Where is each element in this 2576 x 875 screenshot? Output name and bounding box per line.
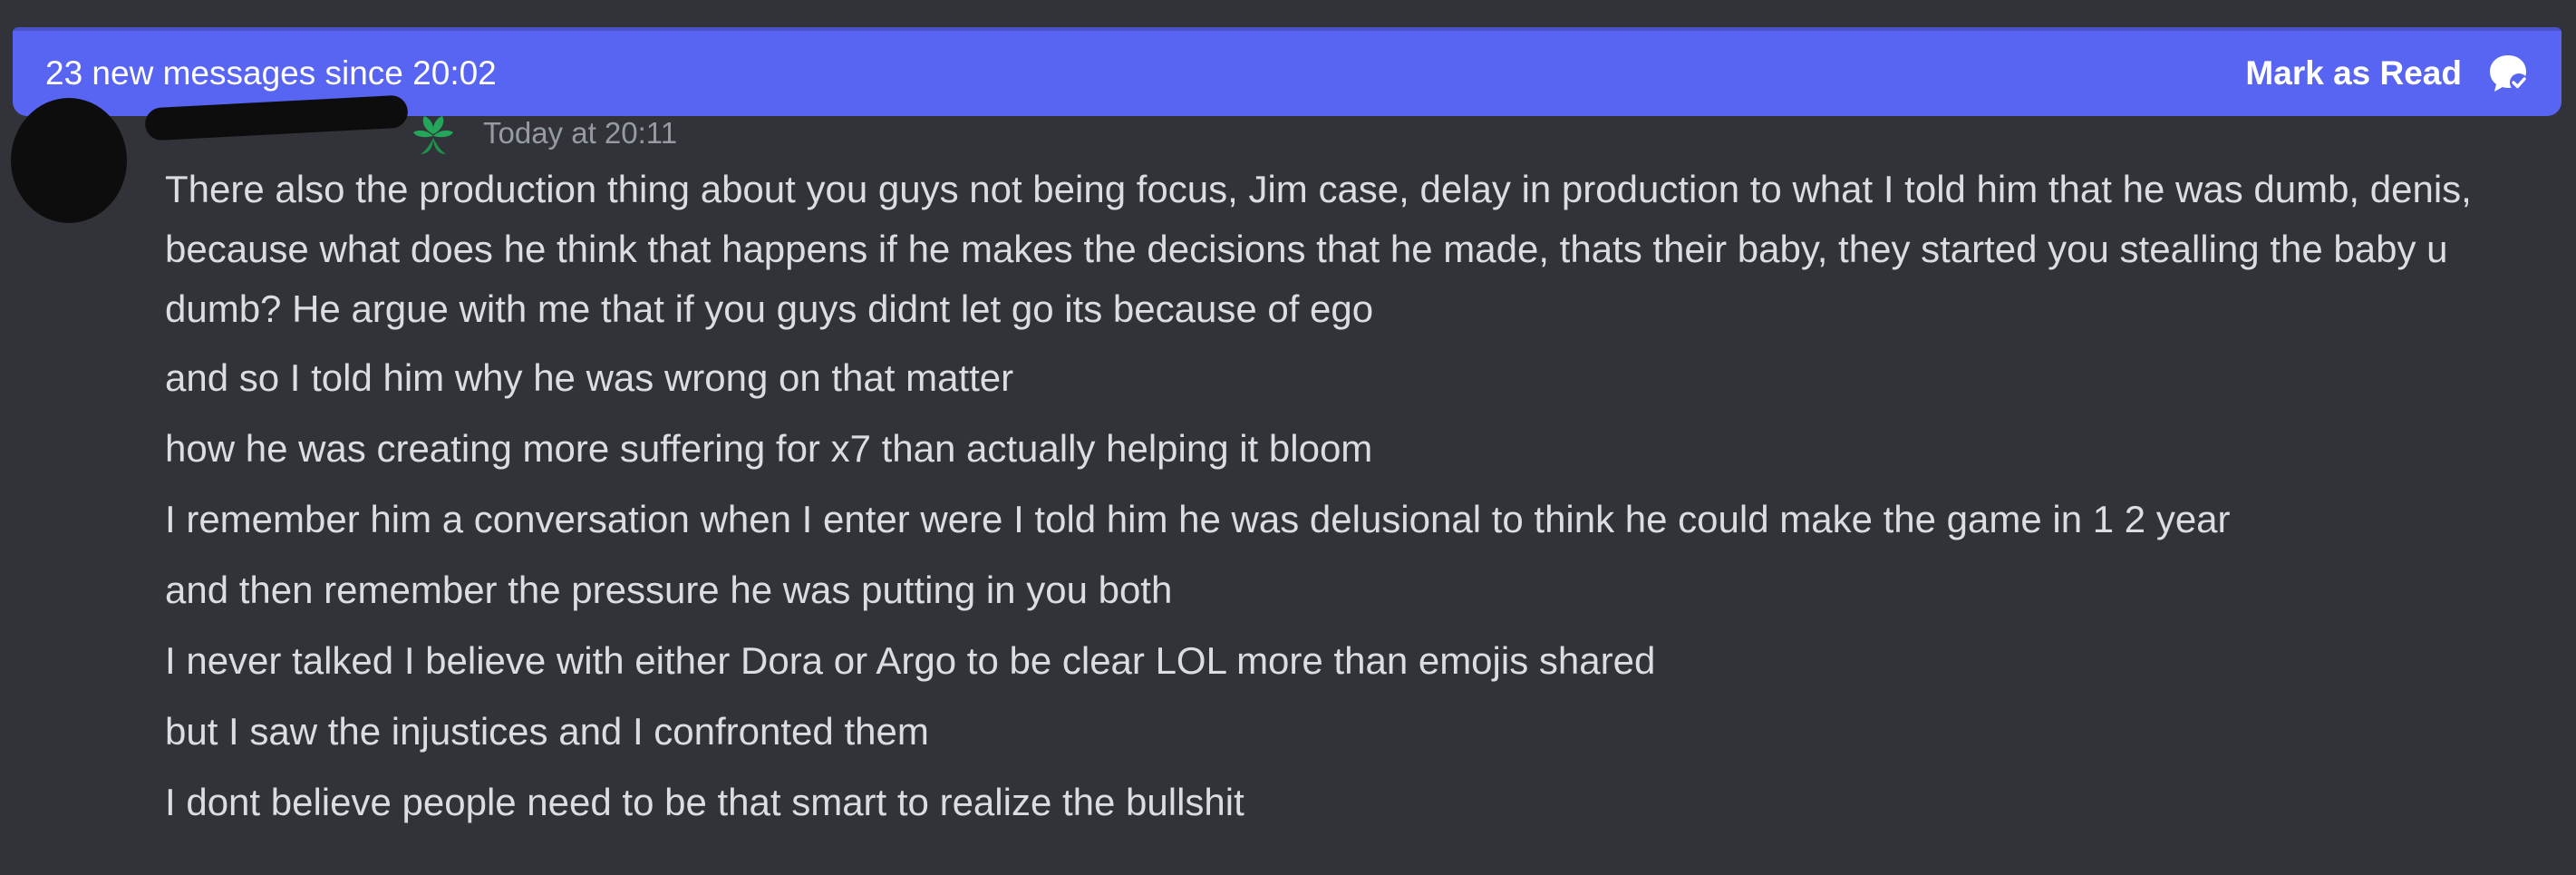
mark-read-icon[interactable] (2487, 53, 2529, 94)
message-text: I remember him a conversation when I ent… (165, 498, 2231, 540)
message-text: I dont believe people need to be that sm… (165, 781, 1244, 823)
avatar[interactable] (11, 98, 127, 223)
message-text: but I saw the injustices and I confronte… (165, 710, 929, 753)
message-text: There also the production thing about yo… (165, 168, 2472, 330)
mark-as-read-label[interactable]: Mark as Read (2245, 54, 2462, 92)
message-text: and so I told him why he was wrong on th… (165, 356, 1014, 399)
message-text: I never talked I believe with either Dor… (165, 639, 1656, 682)
mark-as-read-button[interactable]: Mark as Read (2245, 53, 2529, 94)
chat-view: 23 new messages since 20:02 Mark as Read… (0, 0, 2576, 875)
message-timestamp: Today at 20:11 (483, 116, 678, 150)
message-text: and then remember the pressure he was pu… (165, 569, 1173, 611)
message-list: There also the production thing about yo… (165, 160, 2522, 843)
new-messages-text[interactable]: 23 new messages since 20:02 (45, 54, 2245, 92)
leaf-role-icon[interactable] (408, 111, 459, 158)
message-text: how he was creating more suffering for x… (165, 427, 1373, 470)
